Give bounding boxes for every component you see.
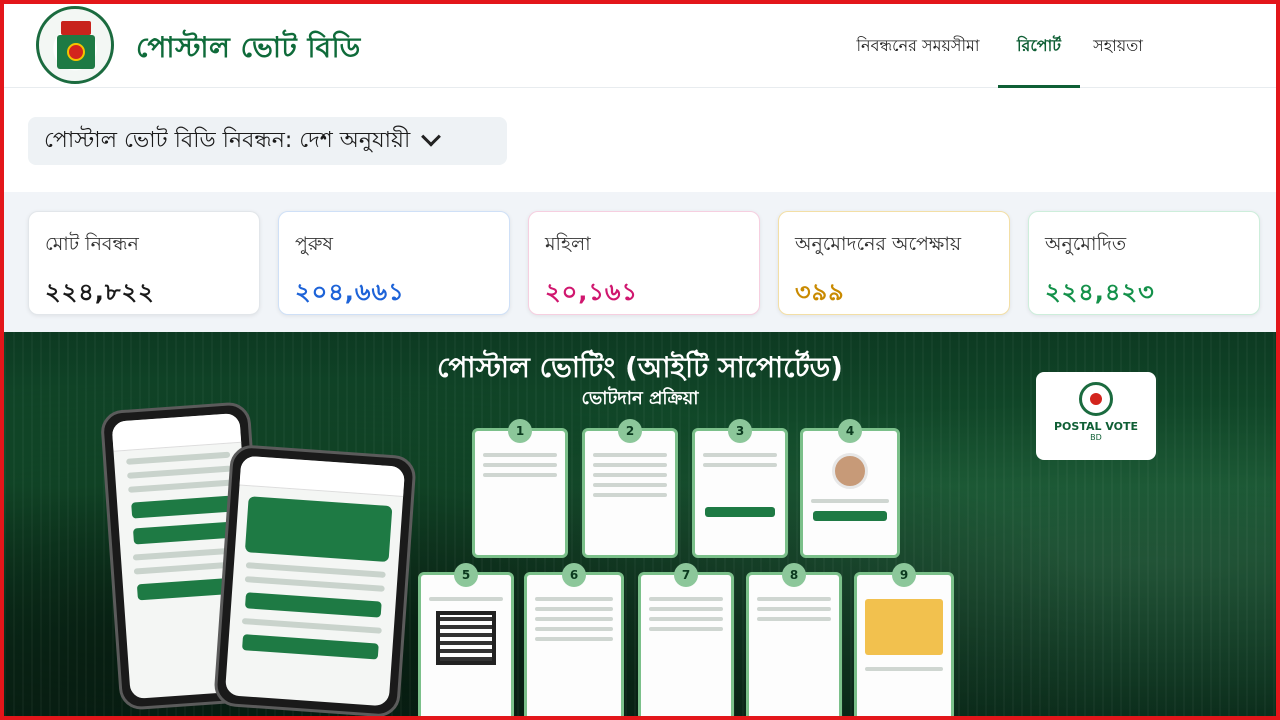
placeholder-line <box>429 597 503 601</box>
qr-code-icon <box>436 611 496 665</box>
step-number: 6 <box>562 563 586 587</box>
step-card: 3 <box>692 419 788 558</box>
placeholder-line <box>126 451 231 465</box>
step-card: 1 <box>472 419 568 558</box>
report-type-dropdown[interactable]: পোস্টাল ভোট বিডি নিবন্ধন: দেশ অনুযায়ী <box>28 117 507 165</box>
nav-report[interactable]: রিপোর্ট <box>998 4 1080 88</box>
step-card: 6 <box>524 563 624 716</box>
placeholder-line <box>593 493 667 497</box>
placeholder-line <box>593 463 667 467</box>
step-card: 2 <box>582 419 678 558</box>
badge-text: POSTAL VOTE <box>1053 420 1139 433</box>
voting-process-banner: পোস্টাল ভোটিং (আইটি সাপোর্টেড) ভোটদান প্… <box>4 332 1276 716</box>
step-number: 2 <box>618 419 642 443</box>
nav-registration-deadline[interactable]: নিবন্ধনের সময়সীমা <box>838 4 998 88</box>
logo-emblem <box>67 43 85 61</box>
placeholder-line <box>127 465 232 479</box>
placeholder-line <box>535 597 613 601</box>
main-nav: নিবন্ধনের সময়সীমা রিপোর্ট সহায়তা <box>838 4 1276 88</box>
placeholder-line <box>128 479 233 493</box>
placeholder-line <box>244 576 385 592</box>
ballot-emblem-icon <box>1079 382 1113 416</box>
dropdown-label: পোস্টাল ভোট বিডি নিবন্ধন: দেশ অনুযায়ী <box>44 127 411 153</box>
step-card: 4 <box>800 419 900 558</box>
face-photo-icon <box>832 453 868 489</box>
stat-card-total: মোট নিবন্ধন ২২৪,৮২২ <box>28 211 260 315</box>
placeholder-line <box>703 463 777 467</box>
placeholder-button <box>244 592 382 618</box>
placeholder-line <box>241 618 382 634</box>
placeholder-line <box>811 499 889 503</box>
stat-value: ২০,১৬১ <box>545 278 639 306</box>
step-number: 5 <box>454 563 478 587</box>
placeholder-line <box>757 607 831 611</box>
placeholder-line <box>703 453 777 457</box>
stat-label: অনুমোদিত <box>1045 233 1127 255</box>
placeholder-line <box>245 562 386 578</box>
placeholder-line <box>535 617 613 621</box>
step-card: 9 <box>854 563 954 716</box>
stat-card-approved: অনুমোদিত ২২৪,৪২৩ <box>1028 211 1260 315</box>
phone-app-bar <box>239 455 406 497</box>
placeholder-line <box>132 547 237 561</box>
chevron-down-icon <box>421 126 442 147</box>
placeholder-line <box>483 473 557 477</box>
postal-vote-badge: POSTAL VOTE BD <box>1036 372 1156 460</box>
placeholder-line <box>483 463 557 467</box>
stat-value: ৩৯৯ <box>795 278 845 306</box>
placeholder-button <box>705 507 775 517</box>
top-header: পোস্টাল ভোট বিডি নিবন্ধনের সময়সীমা রিপো… <box>4 4 1276 88</box>
placeholder-button <box>242 634 379 660</box>
placeholder-line <box>593 473 667 477</box>
placeholder-line <box>649 607 723 611</box>
placeholder-line <box>593 483 667 487</box>
phone-app-bar <box>111 412 242 452</box>
stat-card-female: মহিলা ২০,১৬১ <box>528 211 760 315</box>
stat-label: মোট নিবন্ধন <box>45 233 139 255</box>
stat-card-pending: অনুমোদনের অপেক্ষায় ৩৯৯ <box>778 211 1010 315</box>
placeholder-line <box>535 637 613 641</box>
brand-title[interactable]: পোস্টাল ভোট বিডি <box>136 26 361 73</box>
placeholder-line <box>535 627 613 631</box>
stat-card-male: পুরুষ ২০৪,৬৬১ <box>278 211 510 315</box>
stat-label: অনুমোদনের অপেক্ষায় <box>795 233 962 255</box>
placeholder-line <box>593 453 667 457</box>
placeholder-line <box>649 597 723 601</box>
stat-value: ২০৪,৬৬১ <box>295 278 405 306</box>
envelope-icon <box>865 599 943 655</box>
placeholder-line <box>757 597 831 601</box>
badge-subtext: BD <box>1090 433 1102 442</box>
step-number: 8 <box>782 563 806 587</box>
placeholder-card <box>244 496 393 563</box>
stat-label: পুরুষ <box>295 233 333 255</box>
step-number: 7 <box>674 563 698 587</box>
stat-value: ২২৪,৮২২ <box>45 278 155 306</box>
step-number: 9 <box>892 563 916 587</box>
placeholder-line <box>757 617 831 621</box>
step-number: 3 <box>728 419 752 443</box>
phone-mockup-front <box>213 443 417 716</box>
placeholder-button <box>813 511 887 521</box>
placeholder-line <box>865 667 943 671</box>
step-card: 8 <box>746 563 842 716</box>
placeholder-line <box>535 607 613 611</box>
step-number: 1 <box>508 419 532 443</box>
stat-label: মহিলা <box>545 233 591 255</box>
step-number: 4 <box>838 419 862 443</box>
nav-help[interactable]: সহায়তা <box>1080 4 1156 88</box>
logo-tag <box>61 21 91 35</box>
placeholder-button <box>132 521 234 545</box>
placeholder-line <box>483 453 557 457</box>
postal-vote-logo[interactable] <box>36 6 114 84</box>
placeholder-button <box>131 495 233 519</box>
placeholder-line <box>649 617 723 621</box>
step-card: 7 <box>638 563 734 716</box>
step-card: 5 <box>418 563 514 716</box>
stat-value: ২২৪,৪২৩ <box>1045 278 1155 306</box>
placeholder-line <box>649 627 723 631</box>
phone-screen <box>224 455 406 707</box>
